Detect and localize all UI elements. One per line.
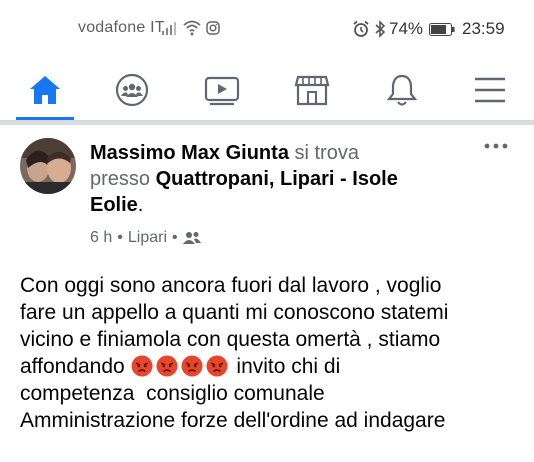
main-nav (0, 60, 534, 121)
nav-marketplace[interactable] (277, 60, 347, 120)
place-name[interactable]: Quattropani, Lipari - Isole (156, 168, 398, 190)
post-time[interactable]: 6 h (90, 229, 112, 247)
post-options-button[interactable] (483, 138, 509, 158)
post-header-text: Massimo Max Giunta si trova presso Quattr… (90, 140, 470, 218)
battery-icon (429, 23, 455, 36)
status-bar: vodafone IT 74% 23:59 (0, 0, 534, 60)
nav-notifications[interactable] (367, 60, 437, 120)
angry-face-icon (206, 355, 228, 377)
nav-groups[interactable] (97, 60, 167, 120)
nav-home[interactable] (10, 60, 80, 120)
feed-divider (0, 121, 534, 125)
angry-face-icon (131, 355, 153, 377)
angry-face-icon (156, 355, 178, 377)
clock: 23:59 (462, 19, 505, 38)
friends-audience-icon (182, 232, 201, 244)
watch-video-icon (204, 76, 240, 106)
battery-percent: 74% (389, 19, 424, 38)
more-options-icon (484, 143, 508, 149)
signal-icon (162, 22, 176, 35)
avatar[interactable] (20, 138, 76, 194)
instagram-icon (206, 21, 220, 35)
hamburger-menu-icon (475, 77, 505, 103)
bell-icon (386, 74, 418, 106)
separator-dot: • (172, 229, 178, 246)
place-name-cont[interactable]: Eolie (90, 194, 138, 216)
post-text: Con oggi sono ancora fuori dal lavoro , … (20, 272, 520, 434)
angry-face-icon (181, 355, 203, 377)
alarm-icon (353, 20, 369, 37)
marketplace-shop-icon (294, 75, 330, 106)
author-name[interactable]: Massimo Max Giunta (90, 142, 289, 164)
home-icon (30, 76, 60, 104)
wifi-icon (183, 20, 201, 36)
nav-watch[interactable] (187, 60, 257, 120)
profile-photo (20, 138, 76, 194)
post-location[interactable]: Lipari (128, 229, 167, 247)
period: . (137, 194, 144, 216)
checkin-verb: si trova (288, 142, 359, 164)
groups-icon (115, 73, 149, 107)
separator-dot: • (117, 229, 123, 246)
nav-menu[interactable] (455, 60, 525, 120)
angry-emojis (131, 355, 231, 377)
post-meta: 6 h • Lipari • (90, 229, 201, 247)
bluetooth-icon (375, 20, 386, 38)
carrier-name: vodafone IT (78, 19, 165, 36)
checkin-preposition: presso (90, 168, 156, 190)
